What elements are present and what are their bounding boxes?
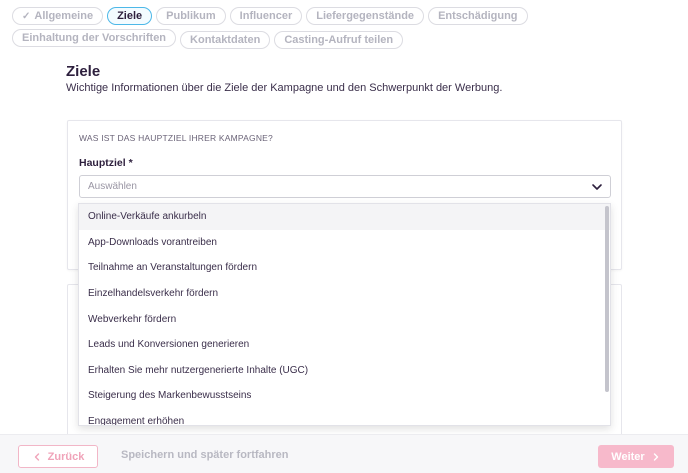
- tab-entschaedigung[interactable]: Entschädigung: [428, 7, 528, 25]
- tab-influencer[interactable]: Influencer: [229, 7, 303, 25]
- tab-label: Liefergegenstände: [316, 10, 415, 22]
- hauptziel-label: Hauptziel *: [79, 157, 133, 169]
- chevron-left-icon: [34, 452, 39, 461]
- tab-allgemeine[interactable]: ✓ Allgemeine: [12, 7, 104, 25]
- step-tabs: ✓ Allgemeine Ziele Publikum Influencer L…: [12, 7, 682, 49]
- page-subtitle: Wichtige Informationen über die Ziele de…: [66, 82, 503, 94]
- tab-label: Ziele: [117, 10, 143, 22]
- chevron-down-icon: [592, 184, 602, 190]
- tab-kontaktdaten[interactable]: Kontaktdaten: [180, 31, 271, 49]
- dropdown-option[interactable]: Leads und Konversionen generieren: [79, 332, 610, 358]
- tab-label: Influencer: [239, 10, 293, 22]
- dropdown-option[interactable]: Einzelhandelsverkehr fördern: [79, 281, 610, 307]
- hauptziel-select[interactable]: Auswählen: [79, 175, 611, 198]
- question-heading: WAS IST DAS HAUPTZIEL IHRER KAMPAGNE?: [79, 133, 273, 143]
- next-button-label: Weiter: [611, 450, 645, 463]
- dropdown-option[interactable]: Webverkehr fördern: [79, 306, 610, 332]
- tab-label: Einhaltung der Vorschriften: [22, 32, 167, 44]
- tab-liefergegenstaende[interactable]: Liefergegenstände: [306, 7, 425, 25]
- tab-casting-aufruf[interactable]: Casting-Aufruf teilen: [274, 31, 404, 49]
- back-button-label: Zurück: [47, 450, 85, 463]
- dropdown-option[interactable]: Engagement erhöhen: [79, 409, 610, 425]
- dropdown-option[interactable]: Teilnahme an Veranstaltungen fördern: [79, 255, 610, 281]
- select-placeholder: Auswählen: [88, 181, 137, 192]
- save-later-button[interactable]: Speichern und später fortfahren: [121, 449, 288, 461]
- page-title: Ziele: [66, 63, 101, 80]
- dropdown-option[interactable]: Online-Verkäufe ankurbeln: [79, 204, 610, 230]
- footer-bar: Zurück Speichern und später fortfahren W…: [0, 434, 688, 473]
- tab-label: Kontaktdaten: [190, 34, 261, 46]
- tab-einhaltung[interactable]: Einhaltung der Vorschriften: [12, 29, 177, 47]
- tab-ziele[interactable]: Ziele: [107, 7, 153, 25]
- check-icon: ✓: [22, 10, 31, 22]
- tab-label: Entschädigung: [438, 10, 518, 22]
- dropdown-option[interactable]: Steigerung des Markenbewusstseins: [79, 383, 610, 409]
- tab-label: Publikum: [166, 10, 216, 22]
- dropdown-option[interactable]: App-Downloads vorantreiben: [79, 230, 610, 256]
- tab-label: Casting-Aufruf teilen: [284, 34, 394, 46]
- dropdown-scrollbar[interactable]: [605, 206, 609, 392]
- next-button[interactable]: Weiter: [598, 445, 674, 468]
- back-button[interactable]: Zurück: [18, 445, 98, 468]
- hauptziel-dropdown: Online-Verkäufe ankurbeln App-Downloads …: [78, 203, 611, 426]
- tab-label: Allgemeine: [34, 10, 94, 22]
- dropdown-option[interactable]: Erhalten Sie mehr nutzergenerierte Inhal…: [79, 358, 610, 384]
- chevron-right-icon: [653, 452, 658, 461]
- tab-publikum[interactable]: Publikum: [156, 7, 226, 25]
